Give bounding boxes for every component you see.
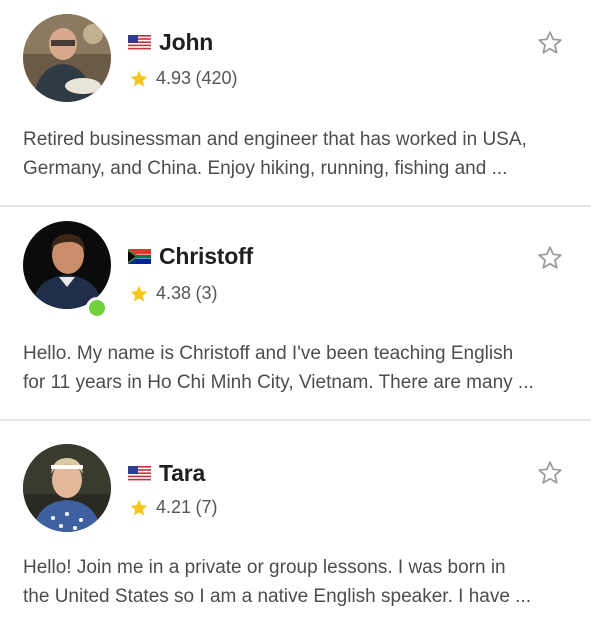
teacher-bio: Retired businessman and engineer that ha… bbox=[23, 125, 568, 183]
teacher-bio: Hello. My name is Christoff and I've bee… bbox=[23, 339, 568, 397]
online-status-indicator bbox=[86, 297, 108, 319]
avatar[interactable] bbox=[23, 14, 111, 102]
name-row: John bbox=[128, 29, 213, 56]
rating-value: 4.93 bbox=[156, 68, 192, 88]
favorite-button[interactable] bbox=[537, 30, 563, 56]
star-filled-icon bbox=[130, 499, 148, 515]
star-outline-icon bbox=[538, 246, 562, 269]
star-outline-icon bbox=[538, 31, 562, 54]
us-flag-icon bbox=[128, 466, 151, 481]
teacher-card[interactable]: Christoff 4.38 (3) Hello. My name is Chr… bbox=[0, 206, 591, 420]
review-count: (420) bbox=[195, 68, 238, 88]
teacher-name[interactable]: John bbox=[159, 29, 213, 56]
avatar-photo bbox=[23, 14, 111, 102]
rating-row: 4.21 (7) bbox=[129, 497, 218, 518]
review-count: (7) bbox=[195, 497, 218, 517]
review-count: (3) bbox=[195, 283, 218, 303]
avatar[interactable] bbox=[23, 221, 111, 309]
star-outline-icon bbox=[538, 461, 562, 484]
bio-line: the United States so I am a native Engli… bbox=[23, 586, 532, 607]
bio-line: Germany, and China. Enjoy hiking, runnin… bbox=[23, 158, 508, 179]
teacher-bio: Hello! Join me in a private or group les… bbox=[23, 553, 568, 611]
bio-line: Retired businessman and engineer that ha… bbox=[23, 129, 527, 150]
teacher-name[interactable]: Christoff bbox=[159, 243, 253, 270]
bio-line: for 11 years in Ho Chi Minh City, Vietna… bbox=[23, 372, 534, 393]
teacher-list: John 4.93 (420) Retired businessman and … bbox=[0, 0, 591, 622]
bio-line: Hello. My name is Christoff and I've bee… bbox=[23, 343, 514, 364]
rating-value: 4.21 bbox=[156, 497, 192, 517]
avatar-photo bbox=[23, 444, 111, 532]
favorite-button[interactable] bbox=[537, 245, 563, 271]
rating-value: 4.38 bbox=[156, 283, 192, 303]
star-filled-icon bbox=[130, 70, 148, 86]
teacher-card[interactable]: Tara 4.21 (7) Hello! Join me in a privat… bbox=[0, 420, 591, 622]
avatar-photo bbox=[23, 221, 111, 309]
rating-row: 4.93 (420) bbox=[129, 68, 238, 89]
rating-row: 4.38 (3) bbox=[129, 283, 218, 304]
favorite-button[interactable] bbox=[537, 460, 563, 486]
star-filled-icon bbox=[130, 285, 148, 301]
name-row: Tara bbox=[128, 460, 205, 487]
avatar[interactable] bbox=[23, 444, 111, 532]
teacher-card[interactable]: John 4.93 (420) Retired businessman and … bbox=[0, 0, 591, 206]
south-africa-flag-icon bbox=[128, 249, 151, 264]
name-row: Christoff bbox=[128, 243, 253, 270]
us-flag-icon bbox=[128, 35, 151, 50]
teacher-name[interactable]: Tara bbox=[159, 460, 205, 487]
bio-line: Hello! Join me in a private or group les… bbox=[23, 557, 506, 578]
